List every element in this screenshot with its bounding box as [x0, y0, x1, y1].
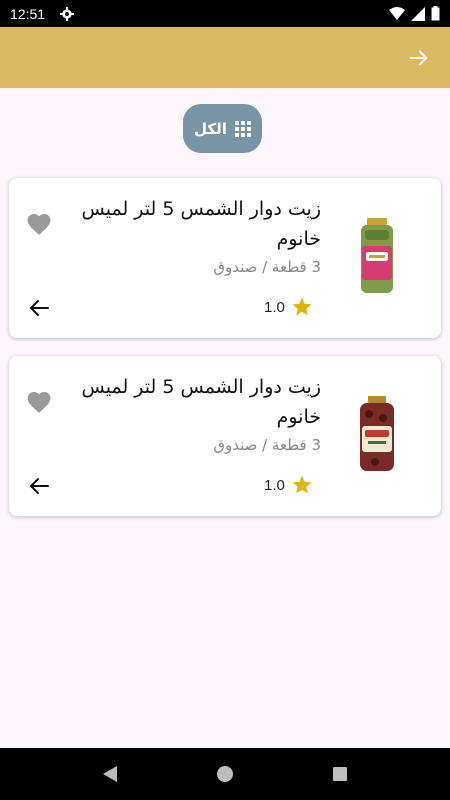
circle-home-icon — [217, 766, 233, 782]
product-card[interactable]: زيت دوار الشمس 5 لتر لميس خانوم 3 قطعة /… — [9, 356, 441, 516]
heart-icon[interactable] — [26, 390, 52, 414]
product-image — [360, 396, 394, 471]
square-recents-icon — [333, 767, 347, 781]
product-package: 3 قطعة / صندوق — [213, 436, 321, 454]
rating-value: 1.0 — [264, 476, 285, 494]
product-package: 3 قطعة / صندوق — [213, 258, 321, 276]
signal-icon — [411, 6, 425, 21]
grid-icon — [234, 120, 251, 137]
rating-value: 1.0 — [264, 298, 285, 316]
product-title: زيت دوار الشمس 5 لتر لميس خانوم — [81, 376, 321, 428]
chip-label: الكل — [194, 119, 227, 138]
system-nav-bar — [0, 748, 450, 800]
nav-recents-button[interactable] — [332, 766, 348, 782]
status-icons — [389, 6, 440, 21]
settings-icon — [60, 6, 75, 21]
back-button[interactable] — [406, 45, 432, 71]
star-icon — [292, 297, 312, 316]
wifi-icon — [389, 6, 405, 20]
product-rating: 1.0 — [264, 474, 313, 496]
battery-icon — [431, 6, 440, 21]
product-card[interactable]: زيت دوار الشمس 5 لتر لميس خانوم 3 قطعة /… — [9, 178, 441, 338]
product-title: زيت دوار الشمس 5 لتر لميس خانوم — [81, 198, 321, 250]
category-filter-chip[interactable]: الكل — [183, 104, 262, 153]
app-bar — [0, 27, 450, 88]
product-image — [361, 218, 393, 293]
triangle-back-icon — [103, 766, 117, 782]
arrow-back-icon[interactable] — [27, 296, 51, 320]
status-time: 12:51 — [10, 5, 46, 22]
status-bar: 12:51 — [0, 0, 450, 27]
product-rating: 1.0 — [264, 296, 313, 318]
arrow-forward-icon — [409, 50, 428, 66]
nav-home-button[interactable] — [216, 765, 234, 783]
heart-icon[interactable] — [26, 212, 52, 236]
star-icon — [292, 475, 312, 494]
arrow-back-icon[interactable] — [27, 474, 51, 498]
nav-back-button[interactable] — [102, 765, 118, 783]
